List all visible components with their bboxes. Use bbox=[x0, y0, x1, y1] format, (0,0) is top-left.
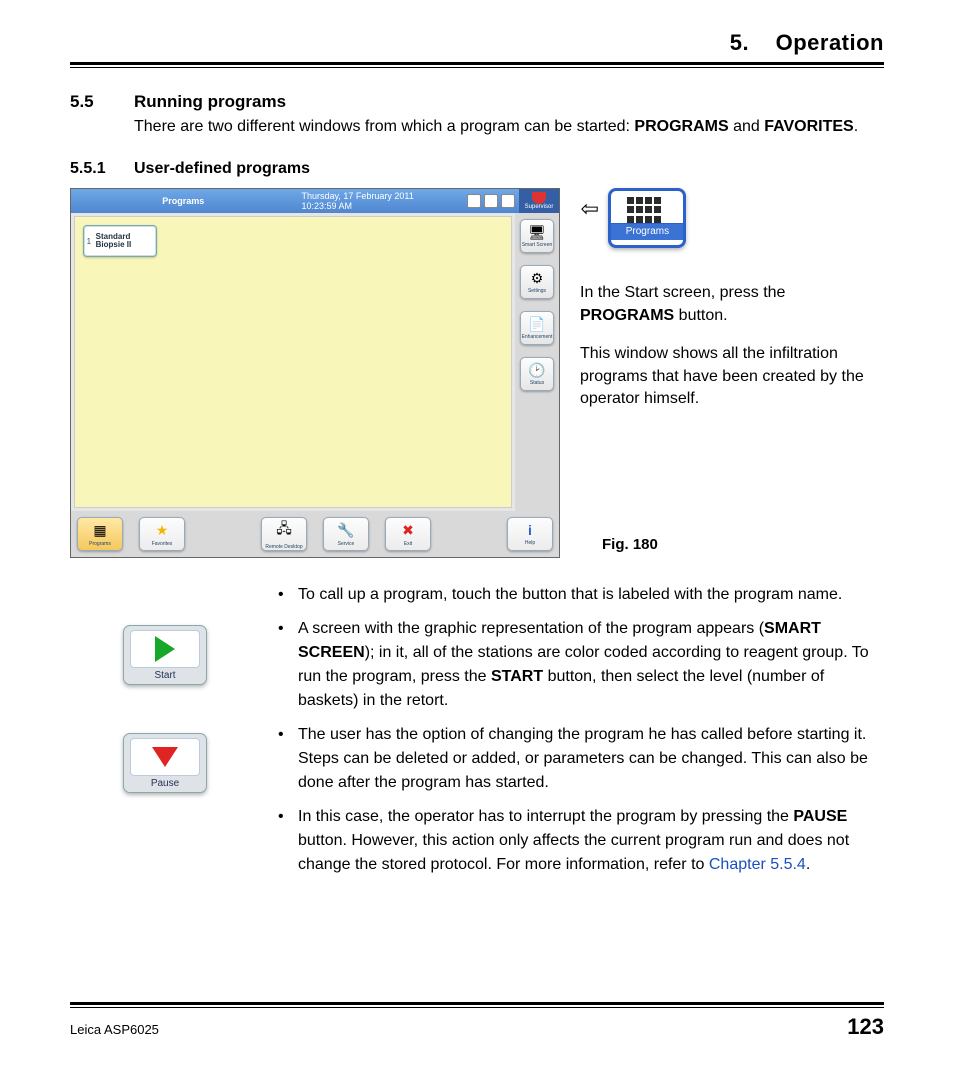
pause-icon bbox=[152, 747, 178, 767]
chapter-title: Operation bbox=[776, 30, 884, 55]
programs-screenshot: Programs Thursday, 17 February 2011 10:2… bbox=[70, 188, 560, 558]
arrow-left-icon: ⇨ bbox=[580, 198, 598, 220]
remote-button[interactable]: 🖧Remote Desktop bbox=[261, 517, 307, 551]
enhancement-button[interactable]: 📄Enhancement bbox=[520, 311, 554, 345]
gear-icon: ⚙ bbox=[531, 270, 544, 287]
list-icon: 📄 bbox=[528, 316, 545, 333]
settings-button[interactable]: ⚙Settings bbox=[520, 265, 554, 299]
topbar-battery-icon[interactable] bbox=[484, 194, 498, 208]
section-number: 5.5 bbox=[70, 92, 116, 112]
header-rule-thin bbox=[70, 67, 884, 68]
list-item: To call up a program, touch the button t… bbox=[278, 583, 884, 607]
program-tile-label: Standard Biopsie II bbox=[94, 231, 156, 253]
footer: Leica ASP6025 123 bbox=[70, 1002, 884, 1040]
instruction-list: To call up a program, touch the button t… bbox=[278, 583, 884, 877]
section-title: Running programs bbox=[134, 92, 286, 112]
pause-button-label: Pause bbox=[151, 778, 179, 789]
screenshot-topbar: Programs Thursday, 17 February 2011 10:2… bbox=[71, 189, 559, 213]
list-item: In this case, the operator has to interr… bbox=[278, 805, 884, 877]
list-item: A screen with the graphic representation… bbox=[278, 617, 884, 713]
chapter-link[interactable]: Chapter 5.5.4 bbox=[709, 856, 806, 873]
screenshot-title: Programs bbox=[71, 196, 295, 206]
service-button[interactable]: 🔧Service bbox=[323, 517, 369, 551]
section-body: There are two different windows from whi… bbox=[134, 116, 884, 138]
subsection-title: User-defined programs bbox=[134, 160, 310, 178]
header-rule-thick bbox=[70, 62, 884, 65]
footer-product: Leica ASP6025 bbox=[70, 1022, 159, 1037]
programs-tab[interactable]: ▦Programs bbox=[77, 517, 123, 551]
star-icon: ★ bbox=[156, 522, 169, 539]
programs-large-button[interactable]: Programs bbox=[608, 188, 686, 248]
topbar-save-icon[interactable] bbox=[467, 194, 481, 208]
list-item: The user has the option of changing the … bbox=[278, 723, 884, 795]
right-paragraph-1: In the Start screen, press the PROGRAMS … bbox=[580, 282, 884, 327]
pause-button[interactable]: Pause bbox=[123, 733, 207, 793]
gauge-icon: 🕑 bbox=[528, 362, 545, 379]
program-tile-index: 1 bbox=[84, 237, 94, 246]
start-button[interactable]: Start bbox=[123, 625, 207, 685]
screenshot-bottombar: ▦Programs ★Favorites 🖧Remote Desktop 🔧Se… bbox=[71, 511, 559, 557]
status-button[interactable]: 🕑Status bbox=[520, 357, 554, 391]
chapter-number: 5. bbox=[730, 30, 749, 55]
program-tile[interactable]: 1 Standard Biopsie II bbox=[83, 225, 157, 257]
close-icon: ✖ bbox=[402, 522, 414, 539]
figure-caption: Fig. 180 bbox=[602, 536, 884, 553]
favorites-tab[interactable]: ★Favorites bbox=[139, 517, 185, 551]
shield-icon bbox=[532, 192, 546, 204]
play-icon bbox=[155, 636, 175, 662]
help-button[interactable]: iHelp bbox=[507, 517, 553, 551]
program-canvas: 1 Standard Biopsie II bbox=[74, 216, 512, 508]
start-button-label: Start bbox=[154, 670, 175, 681]
supervisor-badge[interactable]: Supervisor bbox=[519, 189, 559, 213]
smart-screen-button[interactable]: 🖥Smart Screen bbox=[520, 219, 554, 253]
monitor-icon: 🖥 bbox=[528, 224, 546, 241]
screenshot-sidebar: 🖥Smart Screen ⚙Settings 📄Enhancement 🕑St… bbox=[515, 213, 559, 511]
info-icon: i bbox=[528, 522, 532, 538]
screenshot-datetime: Thursday, 17 February 2011 10:23:59 AM bbox=[295, 191, 433, 211]
grid-icon: ▦ bbox=[93, 522, 106, 539]
screens-icon: 🖧 bbox=[276, 518, 292, 542]
grid-icon bbox=[627, 197, 667, 223]
exit-button[interactable]: ✖Exit bbox=[385, 517, 431, 551]
programs-large-button-label: Programs bbox=[611, 223, 683, 240]
page-number: 123 bbox=[847, 1014, 884, 1040]
topbar-usb-icon[interactable] bbox=[501, 194, 515, 208]
subsection-number: 5.5.1 bbox=[70, 160, 116, 178]
chapter-header: 5. Operation bbox=[70, 30, 884, 62]
right-paragraph-2: This window shows all the infiltration p… bbox=[580, 343, 884, 410]
wrench-icon: 🔧 bbox=[337, 522, 354, 539]
